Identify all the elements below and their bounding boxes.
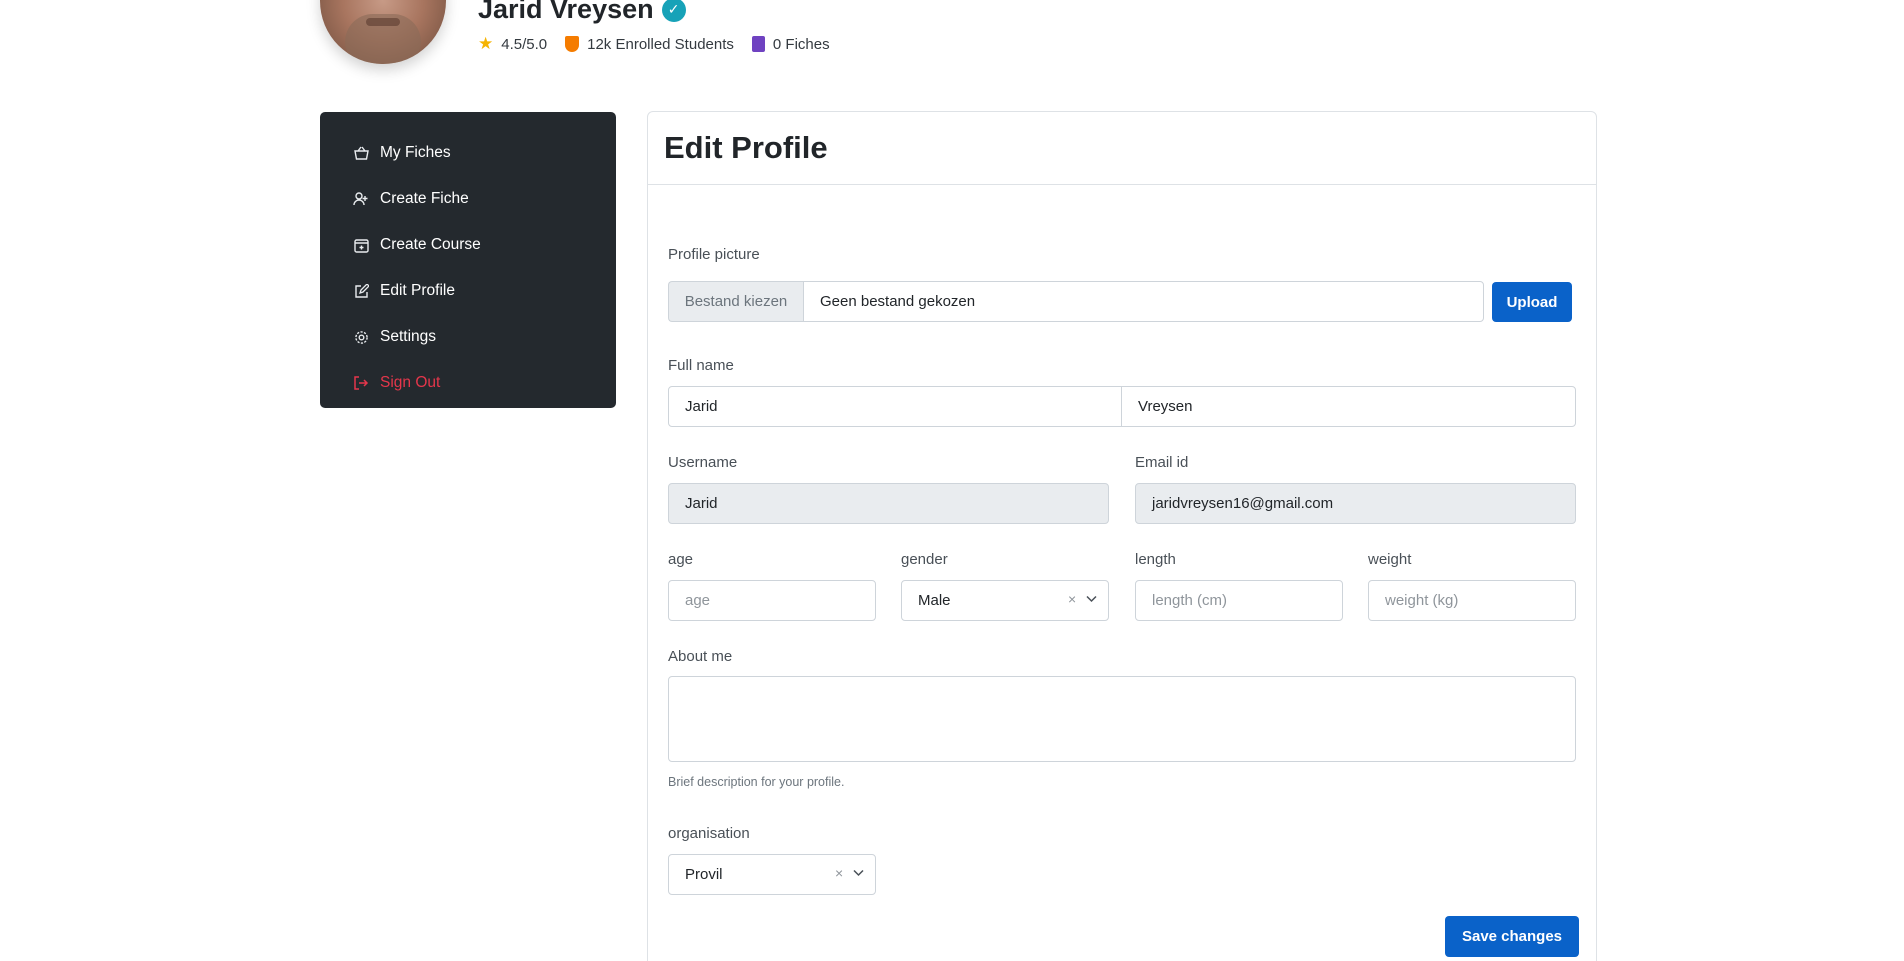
file-name-display[interactable]: Geen bestand gekozen — [803, 281, 1484, 322]
gender-label: gender — [901, 551, 948, 568]
sidebar-item-my-fiches[interactable]: My Fiches — [320, 130, 616, 176]
avatar-mouth — [366, 18, 400, 26]
edit-icon — [353, 283, 369, 299]
clear-icon[interactable]: × — [835, 865, 843, 881]
book-icon — [751, 36, 765, 52]
age-label: age — [668, 551, 694, 568]
sidebar-item-label: My Fiches — [380, 144, 451, 161]
students-stat: 12k Enrolled Students — [565, 34, 734, 54]
clear-icon[interactable]: × — [1068, 591, 1076, 607]
full-name-label: Full name — [668, 357, 734, 374]
length-input[interactable]: length (cm) — [1135, 580, 1343, 621]
card-header: Edit Profile — [648, 112, 1596, 185]
upload-button[interactable]: Upload — [1492, 282, 1572, 322]
star-icon: ★ — [478, 34, 494, 53]
gender-value: Male — [918, 592, 951, 609]
email-input[interactable]: jaridvreysen16@gmail.com — [1135, 483, 1576, 524]
first-name-input[interactable]: Jarid — [668, 386, 1122, 427]
sidebar-item-create-fiche[interactable]: Create Fiche — [320, 176, 616, 222]
profile-picture-label: Profile picture — [668, 246, 760, 263]
chevron-down-icon[interactable] — [1086, 591, 1097, 606]
rating-stat: ★ 4.5/5.0 — [478, 34, 547, 54]
gear-icon — [353, 329, 369, 345]
basket-icon — [353, 145, 369, 161]
sidebar-item-edit-profile[interactable]: Edit Profile — [320, 268, 616, 314]
profile-name: Jarid Vreysen — [478, 0, 654, 24]
username-input[interactable]: Jarid — [668, 483, 1109, 524]
profile-name-row: Jarid Vreysen ✓ — [478, 0, 686, 25]
save-changes-button[interactable]: Save changes — [1445, 916, 1579, 957]
calendar-plus-icon — [353, 237, 369, 253]
fiches-stat: 0 Fiches — [751, 34, 830, 54]
fiches-text: 0 Fiches — [772, 35, 830, 53]
weight-input[interactable]: weight (kg) — [1368, 580, 1576, 621]
sidebar-item-label: Settings — [380, 328, 437, 345]
profile-stats: ★ 4.5/5.0 12k Enrolled Students 0 Fiches — [478, 34, 830, 54]
sidebar: My Fiches Create Fiche Create Course Edi… — [320, 112, 616, 408]
sidebar-item-settings[interactable]: Settings — [320, 314, 616, 360]
chevron-down-icon[interactable] — [853, 865, 864, 880]
sidebar-item-label: Sign Out — [380, 374, 441, 391]
about-me-label: About me — [668, 648, 733, 665]
age-input[interactable]: age — [668, 580, 876, 621]
students-text: 12k Enrolled Students — [587, 35, 734, 53]
organisation-select[interactable]: Provil × — [668, 854, 876, 895]
last-name-input[interactable]: Vreysen — [1121, 386, 1576, 427]
edit-profile-card: Edit Profile Profile picture Bestand kie… — [647, 111, 1597, 961]
sign-out-icon — [353, 375, 369, 391]
sidebar-item-create-course[interactable]: Create Course — [320, 222, 616, 268]
weight-label: weight — [1368, 551, 1412, 568]
sidebar-item-label: Create Fiche — [380, 190, 469, 207]
medal-icon — [565, 36, 580, 52]
organisation-label: organisation — [668, 825, 750, 842]
page-title: Edit Profile — [664, 130, 828, 165]
sidebar-item-sign-out[interactable]: Sign Out — [320, 360, 616, 406]
sidebar-item-label: Edit Profile — [380, 282, 455, 299]
gender-select[interactable]: Male × — [901, 580, 1109, 621]
sidebar-item-label: Create Course — [380, 236, 481, 253]
user-plus-icon — [353, 191, 369, 207]
about-me-textarea[interactable] — [668, 676, 1576, 762]
username-label: Username — [668, 454, 738, 471]
email-label: Email id — [1135, 454, 1189, 471]
length-label: length — [1135, 551, 1176, 568]
choose-file-button[interactable]: Bestand kiezen — [668, 281, 803, 322]
verified-icon: ✓ — [661, 0, 686, 22]
avatar — [320, 0, 446, 64]
rating-text: 4.5/5.0 — [501, 35, 548, 53]
about-me-help-text: Brief description for your profile. — [668, 775, 845, 789]
organisation-value: Provil — [685, 866, 723, 883]
